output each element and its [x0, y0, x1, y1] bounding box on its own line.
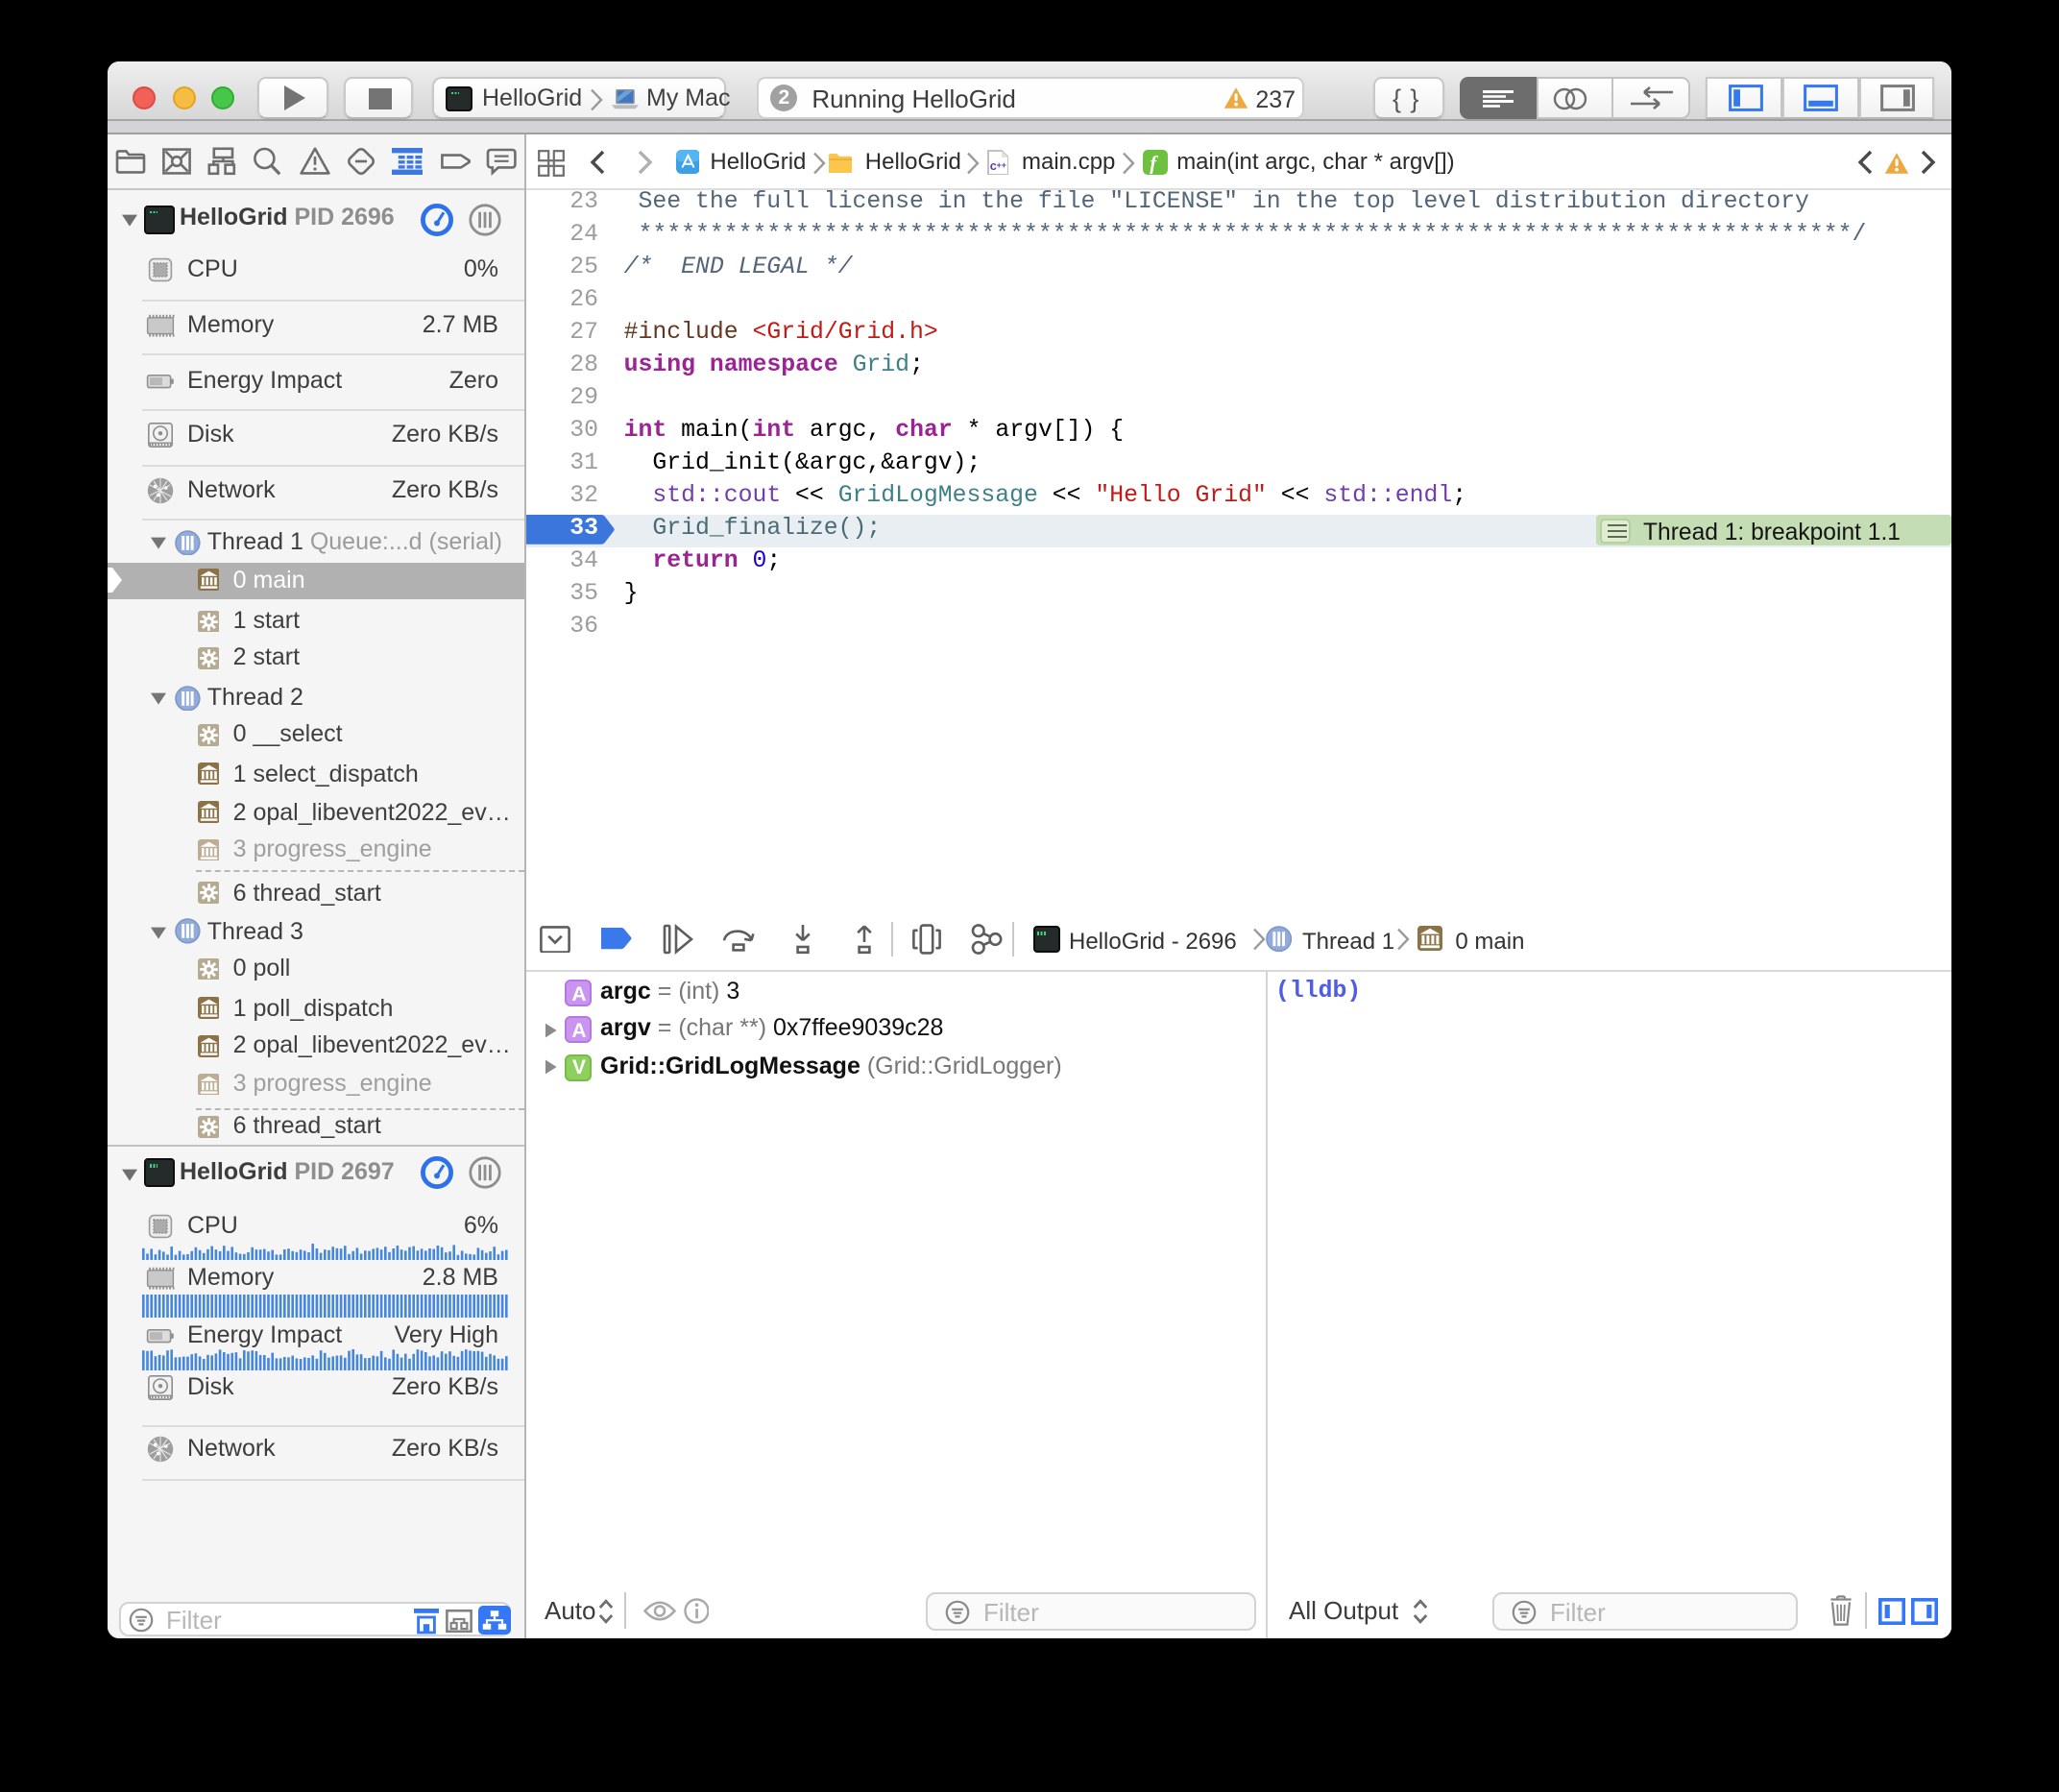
svg-text:++: ++	[996, 159, 1005, 169]
